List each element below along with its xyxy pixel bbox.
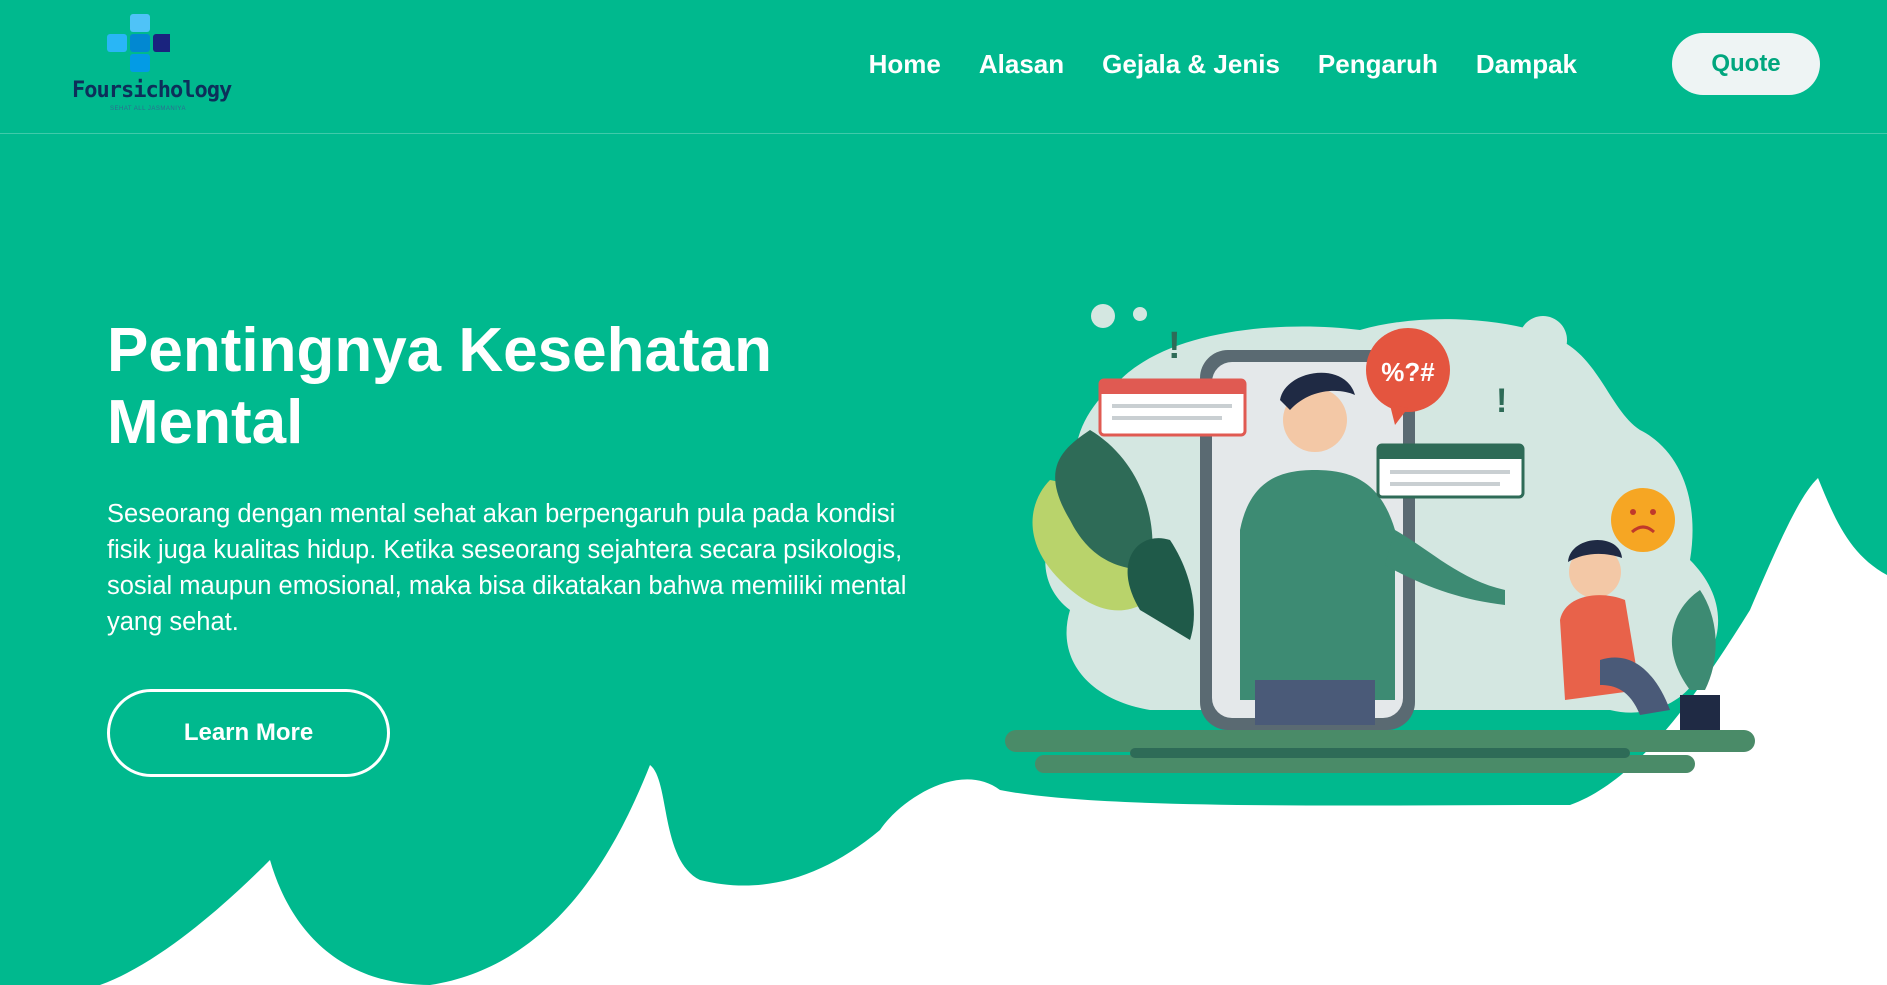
brand-tagline: SEHAT ALL JASMANIYA — [110, 106, 186, 112]
exclaim-left: ! — [1168, 325, 1181, 367]
nav-gejala-jenis[interactable]: Gejala & Jenis — [1102, 48, 1280, 80]
site-header: Foursichology SEHAT ALL JASMANIYA Home A… — [0, 0, 1887, 134]
page: Foursichology SEHAT ALL JASMANIYA Home A… — [0, 0, 1887, 985]
speech-symbols: %?# — [1381, 357, 1435, 387]
brand-logo[interactable]: Foursichology SEHAT ALL JASMANIYA — [70, 12, 232, 122]
hero-title: Pentingnya Kesehatan Mental — [107, 316, 772, 457]
nav-home[interactable]: Home — [869, 48, 941, 80]
hero-description: Seseorang dengan mental sehat akan berpe… — [107, 500, 907, 636]
main-nav: Home Alasan Gejala & Jenis Pengaruh Damp… — [869, 48, 1577, 80]
nav-dampak[interactable]: Dampak — [1476, 48, 1577, 80]
mental-health-illustration: %?# ! ! — [1005, 304, 1755, 773]
brand-name: Foursichology — [72, 78, 232, 103]
exclaim-right: ! — [1496, 382, 1507, 420]
medical-cross-logo-icon — [107, 14, 170, 72]
learn-more-button[interactable]: Learn More — [107, 689, 390, 777]
nav-pengaruh[interactable]: Pengaruh — [1318, 48, 1438, 80]
nav-alasan[interactable]: Alasan — [979, 48, 1064, 80]
quote-button[interactable]: Quote — [1672, 33, 1820, 95]
